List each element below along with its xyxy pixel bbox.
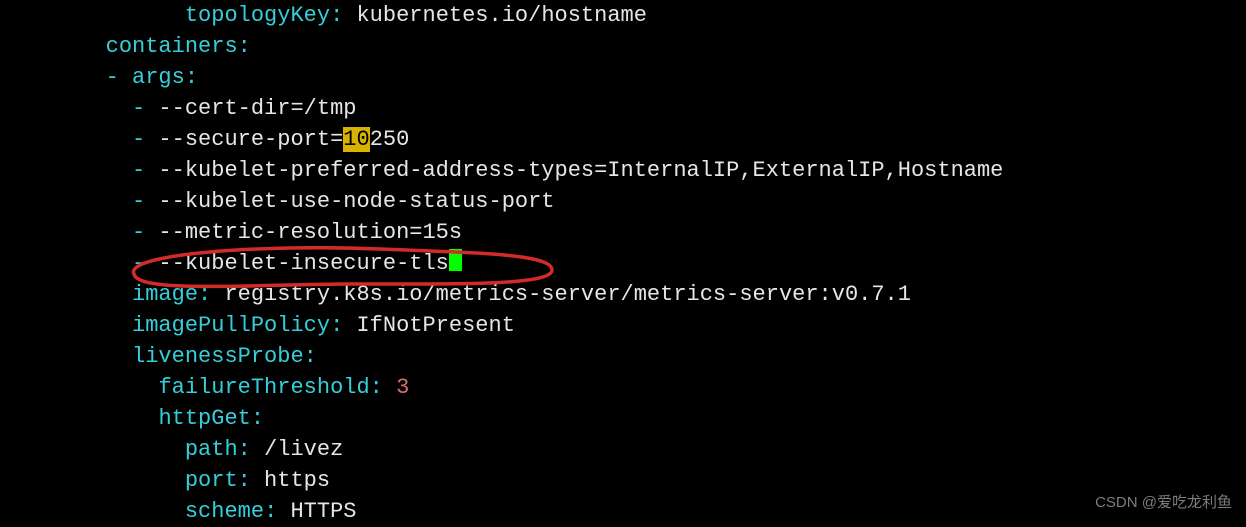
yaml-key: port xyxy=(185,468,238,493)
yaml-value: https xyxy=(251,468,330,493)
yaml-value: --metric-resolution=15s xyxy=(145,220,462,245)
yaml-key: path xyxy=(185,437,238,462)
yaml-dash: - xyxy=(132,251,145,276)
yaml-key: topologyKey xyxy=(185,3,330,28)
yaml-value: 250 xyxy=(370,127,410,152)
yaml-key: args xyxy=(119,65,185,90)
line-16: port: https xyxy=(0,468,330,493)
yaml-dash: - xyxy=(132,96,145,121)
line-17: scheme: HTTPS xyxy=(0,499,356,524)
yaml-value: --secure-port= xyxy=(145,127,343,152)
yaml-value: IfNotPresent xyxy=(343,313,515,338)
yaml-key: failureThreshold xyxy=(158,375,369,400)
line-10: image: registry.k8s.io/metrics-server/me… xyxy=(0,282,911,307)
yaml-dash: - xyxy=(132,189,145,214)
yaml-key: image xyxy=(132,282,198,307)
line-2: containers: xyxy=(0,34,251,59)
text-cursor xyxy=(449,249,462,271)
yaml-value: /livez xyxy=(251,437,343,462)
line-11: imagePullPolicy: IfNotPresent xyxy=(0,313,515,338)
line-4: - --cert-dir=/tmp xyxy=(0,96,356,121)
yaml-dash: - xyxy=(132,127,145,152)
line-15: path: /livez xyxy=(0,437,343,462)
line-14: httpGet: xyxy=(0,406,264,431)
yaml-dash: - xyxy=(132,220,145,245)
line-12: livenessProbe: xyxy=(0,344,317,369)
yaml-value: --cert-dir=/tmp xyxy=(145,96,356,121)
yaml-key: httpGet xyxy=(158,406,250,431)
yaml-key: imagePullPolicy xyxy=(132,313,330,338)
watermark: CSDN @爱吃龙利鱼 xyxy=(1095,491,1232,512)
line-13: failureThreshold: 3 xyxy=(0,375,409,400)
line-8: - --metric-resolution=15s xyxy=(0,220,462,245)
yaml-code-block: topologyKey: kubernetes.io/hostname cont… xyxy=(0,0,1003,527)
yaml-value: --kubelet-insecure-tls xyxy=(145,251,449,276)
yaml-dash: - xyxy=(106,65,119,90)
yaml-value: --kubelet-use-node-status-port xyxy=(145,189,554,214)
line-7: - --kubelet-use-node-status-port xyxy=(0,189,555,214)
line-6: - --kubelet-preferred-address-types=Inte… xyxy=(0,158,1003,183)
line-1: topologyKey: kubernetes.io/hostname xyxy=(0,3,647,28)
line-5: - --secure-port=10250 xyxy=(0,127,409,152)
yaml-value: registry.k8s.io/metrics-server/metrics-s… xyxy=(211,282,911,307)
line-9: - --kubelet-insecure-tls xyxy=(0,251,462,276)
yaml-value: --kubelet-preferred-address-types=Intern… xyxy=(145,158,1003,183)
yaml-key: livenessProbe xyxy=(132,344,304,369)
yaml-key: scheme xyxy=(185,499,264,524)
line-3: - args: xyxy=(0,65,198,90)
yaml-value: HTTPS xyxy=(277,499,356,524)
yaml-value: kubernetes.io/hostname xyxy=(343,3,647,28)
search-highlight: 10 xyxy=(343,127,369,152)
yaml-number: 3 xyxy=(396,375,409,400)
yaml-dash: - xyxy=(132,158,145,183)
yaml-key: containers xyxy=(106,34,238,59)
